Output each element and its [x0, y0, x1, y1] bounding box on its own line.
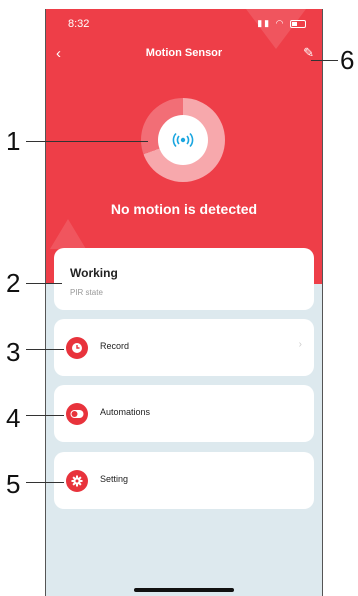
status-time: 8:32	[68, 18, 90, 30]
callout-number-3: 3	[6, 337, 21, 367]
callout-line-6	[311, 60, 338, 61]
wifi-icon: ◠	[275, 18, 286, 28]
callout-number-1: 1	[6, 126, 21, 156]
edit-button[interactable]: ✎	[303, 45, 314, 61]
chevron-right-icon: ›	[298, 339, 302, 350]
motion-sensor-icon	[172, 132, 194, 148]
pir-state-label: PIR state	[70, 288, 103, 297]
setting-label: Setting	[100, 474, 129, 484]
callout-number-4: 4	[6, 403, 21, 433]
battery-icon	[290, 19, 306, 28]
signal-icon: ▮▮	[257, 18, 272, 28]
callout-line-3	[26, 349, 64, 350]
hero-header: 8:32 ▮▮ ◠ ‹ Motion Sensor ✎ No motion is…	[46, 9, 322, 284]
pir-state-value: Working	[70, 266, 118, 280]
pencil-icon: ✎	[303, 45, 314, 60]
callout-line-2	[26, 283, 62, 284]
callout-line-1	[26, 141, 148, 142]
clock-icon	[66, 337, 88, 359]
callout-number-6: 6	[340, 45, 355, 75]
sensor-status-ring	[141, 98, 225, 182]
home-indicator	[134, 588, 234, 592]
setting-row[interactable]: Setting	[54, 452, 314, 509]
automations-label: Automations	[100, 407, 151, 417]
callout-number-2: 2	[6, 268, 21, 298]
gear-icon	[66, 470, 88, 492]
pir-state-card: Working PIR state	[54, 248, 314, 310]
record-label: Record	[100, 341, 130, 351]
decor-triangle	[246, 9, 306, 49]
toggle-icon	[66, 403, 88, 425]
status-icons: ▮▮ ◠	[257, 18, 306, 29]
record-row[interactable]: Record ›	[54, 319, 314, 376]
callout-line-4	[26, 415, 64, 416]
callout-line-5	[26, 482, 64, 483]
sensor-icon-circle	[158, 115, 208, 165]
motion-status-text: No motion is detected	[110, 201, 258, 217]
callout-number-5: 5	[6, 469, 21, 499]
automations-row[interactable]: Automations	[54, 385, 314, 442]
page-title: Motion Sensor	[145, 47, 223, 59]
phone-screen: 8:32 ▮▮ ◠ ‹ Motion Sensor ✎ No motion is…	[45, 9, 323, 596]
decor-triangle	[50, 219, 86, 249]
